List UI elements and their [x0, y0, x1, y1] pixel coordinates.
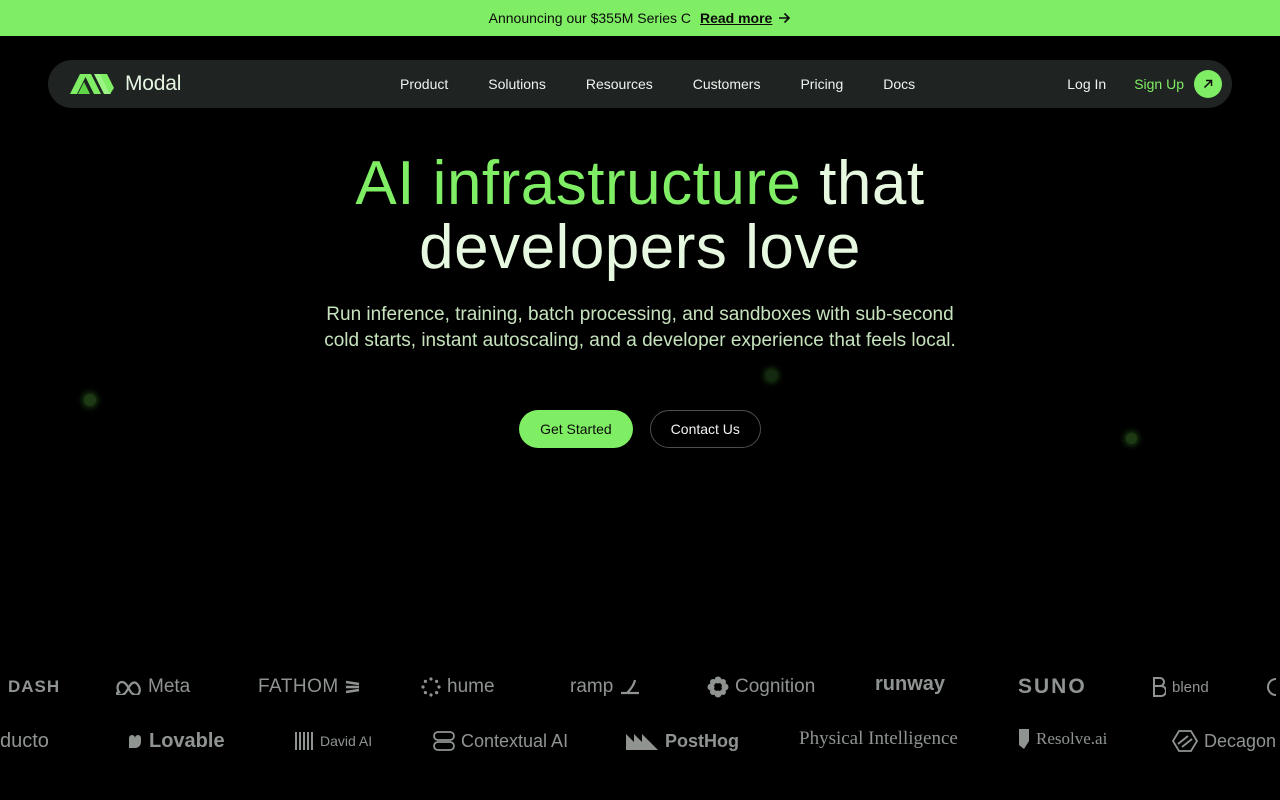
- customer-logo-fathom: FATHOM: [258, 667, 361, 707]
- nav-link-product[interactable]: Product: [380, 60, 468, 108]
- customer-logo-blend: blend: [1152, 667, 1209, 707]
- nav-actions: Log In Sign Up: [1067, 60, 1222, 108]
- nav-link-resources[interactable]: Resources: [566, 60, 673, 108]
- customer-logo-suno: SUNO: [1018, 675, 1087, 698]
- announcement-text: Announcing our $355M Series C: [488, 10, 691, 26]
- customer-logo-dash: DASH: [8, 677, 61, 696]
- customer-logo-runway: runway: [875, 672, 946, 695]
- hume-dots-icon: [421, 677, 441, 697]
- customer-logos-row-2: ducto Lovable David AI Contextual AI Pos…: [0, 721, 1280, 761]
- main-nav: Modal Product Solutions Resources Custom…: [48, 60, 1232, 108]
- decagon-icon: [1172, 730, 1198, 752]
- cognition-flower-icon: [707, 676, 729, 698]
- customer-logo-physical-intelligence: Physical Intelligence: [799, 728, 958, 749]
- contact-us-button[interactable]: Contact Us: [649, 410, 761, 448]
- customer-logo-hume: hume: [421, 667, 495, 707]
- contextual-ai-icon: [433, 731, 455, 751]
- nav-links: Product Solutions Resources Customers Pr…: [380, 60, 935, 108]
- customer-logo-resolve-ai: Resolve.ai: [1018, 721, 1107, 759]
- partial-logo-icon: [1267, 678, 1277, 696]
- customer-logo-ramp: ramp: [570, 667, 641, 707]
- customer-logos-row-1: DASH Meta FATHOM hume ramp Cognition run…: [0, 667, 1280, 707]
- signup-button[interactable]: Sign Up: [1134, 70, 1222, 98]
- customer-logo-contextual-ai: Contextual AI: [433, 721, 568, 761]
- customer-logo-cognition: Cognition: [707, 667, 815, 707]
- nav-link-pricing[interactable]: Pricing: [780, 60, 863, 108]
- hero-title-line-1: AI infrastructure that: [0, 152, 1280, 216]
- arrow-right-icon: [779, 12, 791, 24]
- read-more-label: Read more: [699, 10, 773, 26]
- hero-subtitle: Run inference, training, batch processin…: [324, 304, 956, 351]
- customer-logo-lovable: Lovable: [127, 721, 225, 761]
- customer-logo-david-ai: David AI: [294, 721, 372, 761]
- blend-mark-icon: [1153, 677, 1166, 697]
- meta-infinity-icon: [116, 680, 141, 695]
- hero-title-line-2: developers love: [419, 213, 861, 282]
- customer-logo-ducto: ducto: [0, 729, 49, 752]
- decorative-particle: [766, 370, 777, 381]
- nav-link-customers[interactable]: Customers: [673, 60, 781, 108]
- customer-logo-meta: Meta: [116, 667, 190, 707]
- posthog-hedgehog-icon: [626, 734, 658, 750]
- customer-logo-decagon: Decagon: [1172, 721, 1276, 761]
- david-ai-bars-icon: [295, 732, 313, 750]
- announcement-bar: Announcing our $355M Series C Read more: [0, 0, 1280, 36]
- customer-logo-posthog: PostHog: [625, 721, 739, 761]
- decorative-particle: [1126, 433, 1137, 444]
- lovable-heart-icon: [129, 735, 141, 748]
- arrow-up-right-icon: [1203, 79, 1213, 89]
- hero-cta-row: Get Started Contact Us: [0, 410, 1280, 448]
- login-link[interactable]: Log In: [1067, 76, 1106, 92]
- hero-title-highlight: AI infrastructure: [355, 149, 802, 218]
- fathom-mark-icon: [345, 680, 359, 694]
- get-started-button[interactable]: Get Started: [519, 410, 633, 448]
- signup-label: Sign Up: [1134, 76, 1184, 92]
- modal-logo-icon: [70, 74, 114, 94]
- read-more-link[interactable]: Read more: [700, 10, 791, 26]
- nav-link-solutions[interactable]: Solutions: [468, 60, 566, 108]
- decorative-particle: [84, 394, 96, 406]
- nav-link-docs[interactable]: Docs: [863, 60, 935, 108]
- brand-logo[interactable]: Modal: [70, 72, 181, 96]
- signup-arrow-circle: [1194, 70, 1222, 98]
- ramp-mark-icon: [621, 679, 640, 695]
- hero-title-rest: that: [819, 149, 925, 218]
- resolve-ai-icon: [1019, 729, 1029, 749]
- customer-logo-partial: [1266, 667, 1280, 707]
- brand-name: Modal: [125, 72, 182, 95]
- hero-title: AI infrastructure that developers love: [0, 152, 1280, 280]
